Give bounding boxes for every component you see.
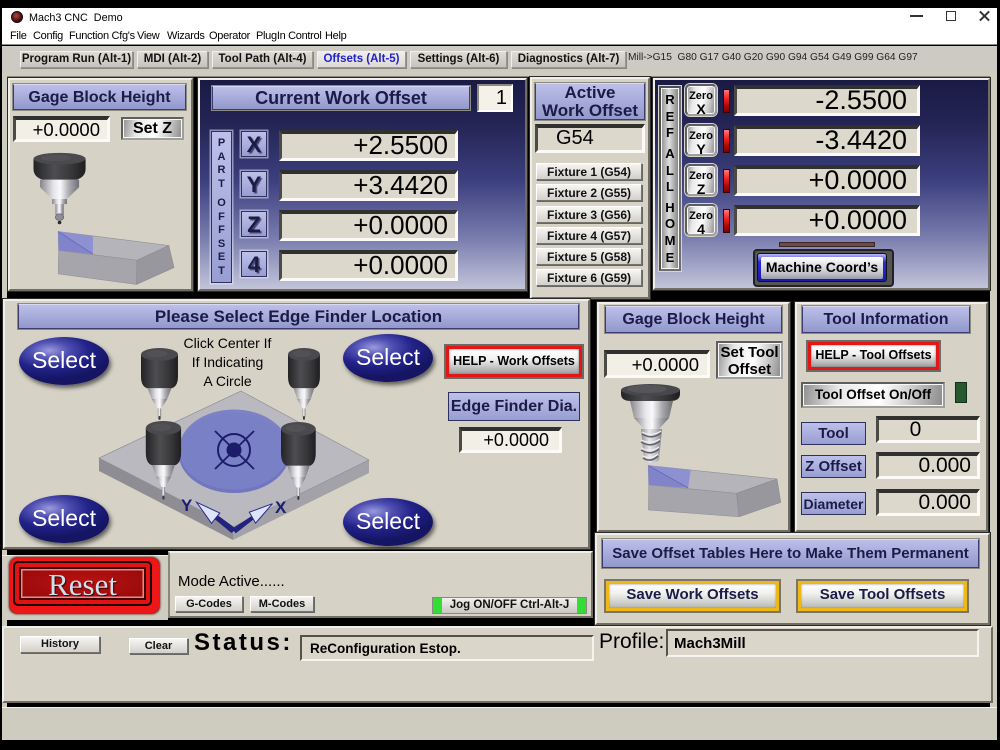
svg-text:Y: Y — [181, 496, 193, 515]
svg-text:X: X — [275, 498, 287, 517]
